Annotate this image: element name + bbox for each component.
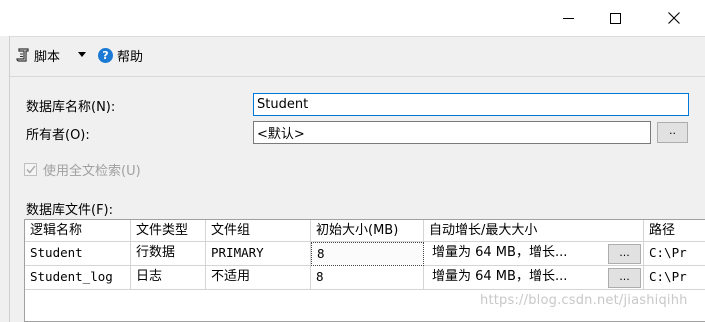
title-bar [0, 0, 705, 36]
autogrowth-browse-button[interactable]: ... [608, 244, 641, 264]
cell-logical-name[interactable]: Student [25, 242, 131, 266]
cell-path[interactable]: C:\Pr [644, 242, 705, 266]
column-header-file-type[interactable]: 文件类型 [131, 220, 206, 242]
minimize-button[interactable] [545, 0, 591, 36]
fulltext-label: 使用全文检索(U) [43, 164, 141, 179]
column-header-autogrowth[interactable]: 自动增长/最大大小 [424, 220, 644, 242]
owner-browse-button[interactable]: .. [657, 122, 688, 143]
checkmark-icon [25, 165, 36, 174]
maximize-icon [609, 12, 621, 24]
db-name-input[interactable] [253, 93, 689, 116]
maximize-button[interactable] [592, 0, 638, 36]
help-icon: ? [98, 47, 113, 63]
help-label: 帮助 [117, 49, 144, 65]
close-button[interactable] [651, 0, 697, 36]
help-button[interactable]: ? 帮助 [98, 44, 143, 66]
db-files-label: 数据库文件(F): [26, 203, 114, 218]
cell-logical-name[interactable]: Student_log [25, 266, 131, 290]
script-button[interactable]: 脚本 [16, 44, 60, 66]
owner-label: 所有者(O): [26, 128, 90, 143]
left-pane-edge [0, 36, 10, 322]
cell-initial-size[interactable]: 8 [311, 242, 424, 266]
owner-input[interactable] [253, 121, 651, 144]
cell-file-type[interactable]: 行数据 [131, 242, 206, 266]
column-header-logical-name[interactable]: 逻辑名称 [25, 220, 131, 242]
minimize-icon [562, 17, 574, 19]
cell-path[interactable]: C:\Pr [644, 266, 705, 290]
script-dropdown-arrow-icon[interactable] [78, 52, 86, 57]
cell-file-type[interactable]: 日志 [131, 266, 206, 290]
column-header-path[interactable]: 路径 [644, 220, 705, 242]
autogrowth-browse-button[interactable]: ... [608, 268, 641, 288]
cell-filegroup[interactable]: PRIMARY [206, 242, 311, 266]
cell-initial-size[interactable]: 8 [311, 266, 424, 290]
script-icon [16, 48, 29, 62]
fulltext-checkbox-box [24, 163, 37, 176]
fulltext-checkbox[interactable]: 使用全文检索(U) [24, 160, 141, 179]
cell-filegroup[interactable]: 不适用 [206, 266, 311, 290]
watermark: https://blog.csdn.net/jiashiqihh [480, 293, 688, 308]
close-icon [668, 12, 680, 24]
column-header-initial-size[interactable]: 初始大小(MB) [311, 220, 424, 242]
script-label: 脚本 [34, 49, 61, 65]
db-name-label: 数据库名称(N): [26, 100, 116, 115]
column-header-filegroup[interactable]: 文件组 [206, 220, 311, 242]
